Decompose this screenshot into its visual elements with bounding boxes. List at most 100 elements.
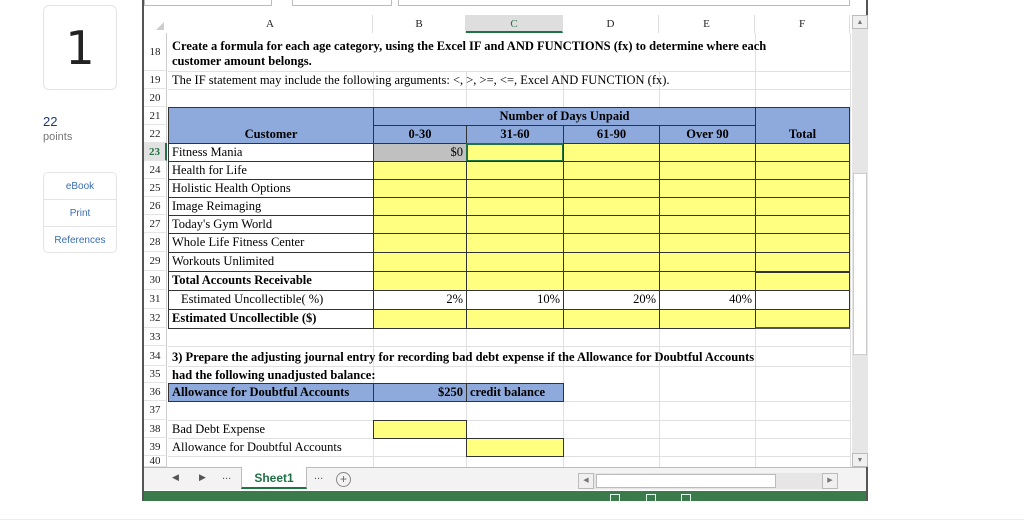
vertical-scrollbar[interactable]: ▲ ▼ [852, 15, 868, 467]
column-header-f[interactable]: F [755, 15, 850, 33]
bad-debt-expense-debit[interactable] [373, 420, 467, 439]
page-break-view-icon[interactable] [681, 494, 691, 501]
aging-cell-total[interactable] [755, 143, 850, 162]
column-header-e[interactable]: E [659, 15, 755, 33]
aging-cell-31-60[interactable] [466, 215, 564, 234]
aging-cell-total[interactable] [755, 215, 850, 234]
next-sheet-icon[interactable]: ▶ [199, 472, 206, 483]
row-header-30[interactable]: 30 [144, 271, 167, 290]
add-sheet-icon[interactable]: + [336, 472, 351, 487]
aging-cell-31-60[interactable] [466, 233, 564, 253]
row-header-32[interactable]: 32 [144, 309, 167, 328]
row-header-22[interactable]: 22 [144, 125, 167, 143]
allowance-credit[interactable] [466, 438, 564, 457]
aging-cell-61-90[interactable] [563, 252, 660, 272]
est-amount-61-90[interactable] [563, 309, 660, 329]
row-header-25[interactable]: 25 [144, 179, 167, 197]
est-amount-0-30[interactable] [373, 309, 467, 329]
row-header-35[interactable]: 35 [144, 366, 167, 383]
aging-cell-total[interactable] [755, 197, 850, 216]
instruction-line-2[interactable]: customer amount belongs. [172, 52, 312, 70]
customer-header[interactable]: Customer [168, 107, 374, 144]
customer-name[interactable]: Fitness Mania [168, 143, 374, 162]
allowance-label[interactable]: Allowance for Doubtful Accounts [168, 383, 374, 402]
header-31-60[interactable]: 31-60 [466, 125, 564, 144]
days-unpaid-group-header[interactable]: Number of Days Unpaid [373, 107, 756, 126]
page-layout-view-icon[interactable] [646, 494, 656, 501]
aging-cell-61-90[interactable] [563, 197, 660, 216]
column-header-b[interactable]: B [373, 15, 466, 33]
row-header-28[interactable]: 28 [144, 233, 167, 252]
row-header-31[interactable]: 31 [144, 290, 167, 309]
customer-name[interactable]: Holistic Health Options [168, 179, 374, 198]
aging-cell-61-90[interactable] [563, 179, 660, 198]
prev-sheet-icon[interactable]: ◀ [172, 472, 179, 483]
sheet-tab-sheet1[interactable]: Sheet1 [241, 467, 307, 489]
function-box[interactable] [292, 0, 392, 6]
total-ar-total[interactable] [755, 271, 850, 291]
scroll-up-icon[interactable]: ▲ [852, 15, 868, 29]
more-sheets-right[interactable]: ... [314, 470, 323, 482]
name-box[interactable] [144, 0, 272, 6]
customer-name[interactable]: Image Reimaging [168, 197, 374, 216]
aging-cell-0-30[interactable] [373, 197, 467, 216]
aging-cell-61-90[interactable] [563, 233, 660, 253]
horizontal-scroll-thumb[interactable] [596, 474, 776, 488]
more-sheets-left[interactable]: ... [222, 470, 231, 482]
row-header-21[interactable]: 21 [144, 107, 167, 125]
journal-instruction-line-2[interactable]: had the following unadjusted balance: [172, 366, 376, 384]
total-ar-0-30[interactable] [373, 271, 467, 291]
customer-name[interactable]: Whole Life Fitness Center [168, 233, 374, 253]
bad-debt-expense-label[interactable]: Bad Debt Expense [172, 420, 265, 438]
aging-cell-over-90[interactable] [659, 197, 756, 216]
ebook-link[interactable]: eBook [44, 173, 116, 200]
aging-cell-31-60[interactable] [466, 143, 564, 162]
aging-cell-31-60[interactable] [466, 179, 564, 198]
row-header-34[interactable]: 34 [144, 346, 167, 366]
aging-cell-0-30[interactable] [373, 252, 467, 272]
scroll-left-icon[interactable]: ◀ [578, 473, 594, 489]
aging-cell-0-30[interactable] [373, 233, 467, 253]
aging-cell-total[interactable] [755, 161, 850, 180]
print-link[interactable]: Print [44, 200, 116, 227]
customer-name[interactable]: Health for Life [168, 161, 374, 180]
aging-cell-61-90[interactable] [563, 143, 660, 162]
aging-cell-over-90[interactable] [659, 252, 756, 272]
column-header-d[interactable]: D [563, 15, 659, 33]
aging-cell-0-30[interactable] [373, 179, 467, 198]
aging-cell-total[interactable] [755, 233, 850, 253]
aging-cell-31-60[interactable] [466, 252, 564, 272]
pct-31-60[interactable]: 10% [466, 290, 564, 310]
aging-cell-61-90[interactable] [563, 161, 660, 180]
formula-bar[interactable] [398, 0, 850, 6]
est-amount-31-60[interactable] [466, 309, 564, 329]
row-header-19[interactable]: 19 [144, 71, 167, 89]
aging-cell-total[interactable] [755, 179, 850, 198]
header-over-90[interactable]: Over 90 [659, 125, 756, 144]
row-header-26[interactable]: 26 [144, 197, 167, 215]
aging-cell-over-90[interactable] [659, 233, 756, 253]
row-header-24[interactable]: 24 [144, 161, 167, 179]
scroll-right-icon[interactable]: ▶ [822, 473, 838, 489]
normal-view-icon[interactable] [610, 494, 620, 501]
pct-0-30[interactable]: 2% [373, 290, 467, 310]
aging-cell-0-30[interactable] [373, 215, 467, 234]
aging-cell-over-90[interactable] [659, 179, 756, 198]
aging-cell-0-30[interactable] [373, 161, 467, 180]
aging-cell-61-90[interactable] [563, 215, 660, 234]
total-ar-61-90[interactable] [563, 271, 660, 291]
row-header-29[interactable]: 29 [144, 252, 167, 271]
allowance-balance-type[interactable]: credit balance [466, 383, 564, 402]
row-header-33[interactable]: 33 [144, 328, 167, 346]
aging-cell-0-30[interactable]: $0 [373, 143, 467, 162]
header-0-30[interactable]: 0-30 [373, 125, 467, 144]
aging-cell-over-90[interactable] [659, 143, 756, 162]
aging-cell-31-60[interactable] [466, 161, 564, 180]
allowance-amount[interactable]: $250 [373, 383, 467, 402]
header-total[interactable]: Total [755, 107, 850, 144]
customer-name[interactable]: Workouts Unlimited [168, 252, 374, 272]
row-header-40[interactable]: 40 [144, 456, 167, 467]
header-61-90[interactable]: 61-90 [563, 125, 660, 144]
aging-cell-over-90[interactable] [659, 215, 756, 234]
row-header-38[interactable]: 38 [144, 420, 167, 438]
